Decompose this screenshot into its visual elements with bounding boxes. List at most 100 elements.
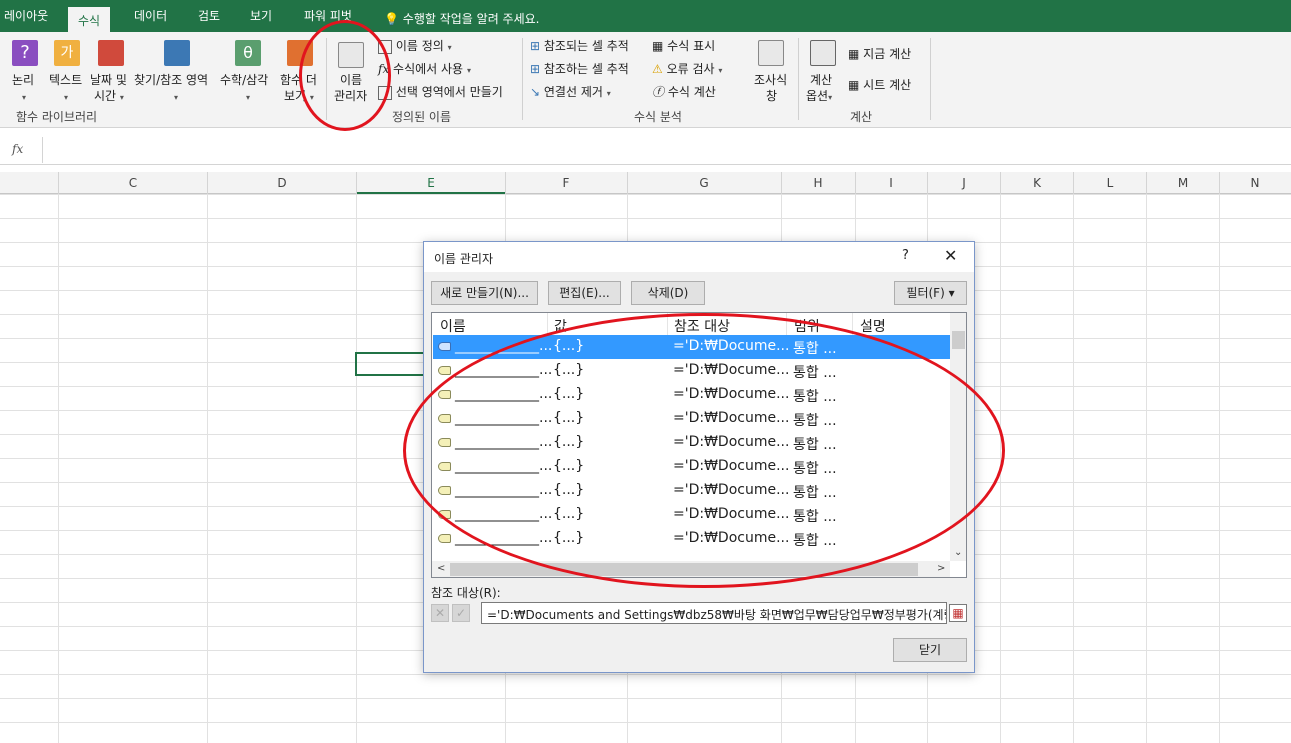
delete-name-button[interactable]: 삭제(D) bbox=[631, 281, 705, 305]
create-from-selection-label: 선택 영역에서 만들기 bbox=[395, 85, 503, 99]
calc-sheet-button[interactable]: ▦ 시트 계산 bbox=[848, 77, 911, 93]
group-label-function-library: 함수 라이브러리 bbox=[16, 110, 98, 124]
tab-view[interactable]: 보기 bbox=[250, 7, 272, 24]
error-checking-button[interactable]: ⚠ 오류 검사 ▾ bbox=[652, 61, 722, 79]
remove-arrows-caret-icon: ▾ bbox=[606, 89, 611, 98]
scroll-down-icon[interactable]: ⌄ bbox=[954, 547, 962, 558]
calc-now-label: 지금 계산 bbox=[863, 47, 912, 61]
math-label: 수학/삼각 bbox=[220, 73, 269, 87]
column-header-e[interactable]: E bbox=[427, 176, 435, 190]
column-header-h[interactable]: H bbox=[813, 176, 822, 190]
edit-name-button[interactable]: 편집(E)... bbox=[548, 281, 621, 305]
show-formulas-button[interactable]: ▦ 수식 표시 bbox=[652, 38, 715, 54]
formula-bar: fx bbox=[0, 135, 1291, 165]
trace-precedents-icon: ⊞ bbox=[530, 39, 541, 53]
logic-label: 논리 bbox=[12, 73, 35, 87]
text-icon: 가 bbox=[54, 40, 80, 66]
formula-input[interactable] bbox=[42, 137, 1291, 163]
column-separator bbox=[781, 172, 782, 194]
calc-now-icon: ▦ bbox=[848, 47, 860, 61]
scroll-right-icon[interactable]: > bbox=[937, 563, 945, 574]
grid-column-line bbox=[207, 194, 208, 743]
tab-data[interactable]: 데이터 bbox=[134, 7, 167, 24]
list-header-name[interactable]: 이름 bbox=[440, 316, 466, 336]
lookup-icon bbox=[164, 40, 190, 66]
group-label-defined-names: 정의된 이름 bbox=[392, 110, 452, 124]
column-separator bbox=[1000, 172, 1001, 194]
scrollbar-thumb[interactable] bbox=[952, 331, 965, 349]
insert-function-icon[interactable]: fx bbox=[12, 142, 23, 156]
column-separator bbox=[627, 172, 628, 194]
column-header-k[interactable]: K bbox=[1033, 176, 1041, 190]
create-from-selection-button[interactable]: 선택 영역에서 만들기 bbox=[378, 84, 503, 100]
grid-row-line bbox=[0, 722, 1291, 723]
calc-now-button[interactable]: ▦ 지금 계산 bbox=[848, 46, 911, 62]
trace-precedents-button[interactable]: ⊞ 참조되는 셀 추적 bbox=[530, 38, 629, 54]
grid-row-line bbox=[0, 194, 1291, 195]
close-button[interactable]: 닫기 bbox=[893, 638, 967, 662]
calculator-icon bbox=[810, 40, 836, 66]
tell-me-box[interactable]: 💡 수행할 작업을 알려 주세요. bbox=[384, 10, 539, 27]
column-header-g[interactable]: G bbox=[699, 176, 708, 190]
trace-dependents-button[interactable]: ⊞ 참조하는 셀 추적 bbox=[530, 61, 629, 77]
grid-column-line bbox=[58, 194, 59, 743]
column-separator bbox=[207, 172, 208, 194]
text-caret-icon: ▾ bbox=[64, 93, 69, 102]
ribbon-separator bbox=[930, 38, 931, 120]
define-name-button[interactable]: 이름 정의 ▾ bbox=[378, 38, 452, 56]
date-time-label-1: 날짜 및 bbox=[90, 73, 127, 87]
column-header-d[interactable]: D bbox=[277, 176, 286, 190]
remove-arrows-label: 연결선 제거 bbox=[543, 85, 603, 99]
filter-button[interactable]: 필터(F) ▾ bbox=[894, 281, 967, 305]
column-header-j[interactable]: J bbox=[962, 176, 966, 190]
lightbulb-icon: 💡 bbox=[384, 12, 399, 26]
refers-to-label: 참조 대상(R): bbox=[431, 586, 501, 600]
grid-row-line bbox=[0, 698, 1291, 699]
column-separator bbox=[1073, 172, 1074, 194]
ribbon: ? 논리 ▾ 가 텍스트 ▾ 날짜 및 시간 ▾ 찾기/참조 영역 ▾ θ 수학… bbox=[0, 32, 1291, 128]
column-header-m[interactable]: M bbox=[1178, 176, 1188, 190]
watch-window-label-1: 조사식 bbox=[754, 73, 788, 87]
evaluate-formula-label: 수식 계산 bbox=[667, 85, 716, 99]
math-caret-icon: ▾ bbox=[246, 93, 251, 102]
column-header-c[interactable]: C bbox=[129, 176, 137, 190]
date-time-label-2: 시간 bbox=[94, 89, 117, 103]
scroll-left-icon[interactable]: < bbox=[437, 563, 445, 574]
collapse-dialog-icon[interactable]: ▦ bbox=[949, 604, 967, 622]
dialog-title: 이름 관리자 bbox=[434, 252, 494, 266]
name-tag-icon bbox=[438, 534, 451, 543]
cancel-edit-icon[interactable]: ✕ bbox=[431, 604, 449, 622]
grid-column-line bbox=[1146, 194, 1147, 743]
column-headers: C D E F G H I J K L M N bbox=[0, 172, 1291, 194]
date-time-caret-icon: ▾ bbox=[119, 93, 124, 102]
column-separator bbox=[1146, 172, 1147, 194]
column-header-n[interactable]: N bbox=[1251, 176, 1260, 190]
help-button[interactable]: ? bbox=[902, 248, 909, 263]
grid-row-line bbox=[0, 218, 1291, 219]
ribbon-tab-bar: 레이아웃 수식 데이터 검토 보기 파워 피벗 💡 수행할 작업을 알려 주세요… bbox=[0, 0, 1291, 32]
watch-window-icon bbox=[758, 40, 784, 66]
evaluate-formula-icon: ⓕ bbox=[652, 85, 665, 99]
tab-formulas[interactable]: 수식 bbox=[68, 7, 111, 32]
column-header-l[interactable]: L bbox=[1107, 176, 1114, 190]
column-header-f[interactable]: F bbox=[563, 176, 570, 190]
use-in-formula-button[interactable]: fx 수식에서 사용 ▾ bbox=[378, 61, 471, 79]
show-formulas-label: 수식 표시 bbox=[667, 39, 716, 53]
column-separator bbox=[855, 172, 856, 194]
tab-review[interactable]: 검토 bbox=[198, 7, 220, 24]
close-icon[interactable]: ✕ bbox=[944, 246, 957, 265]
trace-dependents-icon: ⊞ bbox=[530, 62, 541, 76]
show-formulas-icon: ▦ bbox=[652, 39, 664, 53]
confirm-edit-icon[interactable]: ✓ bbox=[452, 604, 470, 622]
ribbon-separator bbox=[522, 38, 523, 120]
column-header-i[interactable]: I bbox=[889, 176, 893, 190]
refers-to-input[interactable]: ='D:₩Documents and Settings₩dbz58₩바탕 화면₩… bbox=[481, 602, 947, 624]
remove-arrows-button[interactable]: ↘ 연결선 제거 ▾ bbox=[530, 84, 611, 102]
red-annotation-circle-ribbon bbox=[299, 20, 391, 131]
grid-column-line bbox=[356, 194, 357, 743]
new-name-button[interactable]: 새로 만들기(N)... bbox=[431, 281, 538, 305]
tab-layout[interactable]: 레이아웃 bbox=[4, 7, 48, 24]
dialog-title-bar[interactable]: 이름 관리자 ? ✕ bbox=[424, 242, 974, 272]
red-annotation-circle-list bbox=[403, 313, 1005, 588]
evaluate-formula-button[interactable]: ⓕ 수식 계산 bbox=[652, 84, 716, 100]
